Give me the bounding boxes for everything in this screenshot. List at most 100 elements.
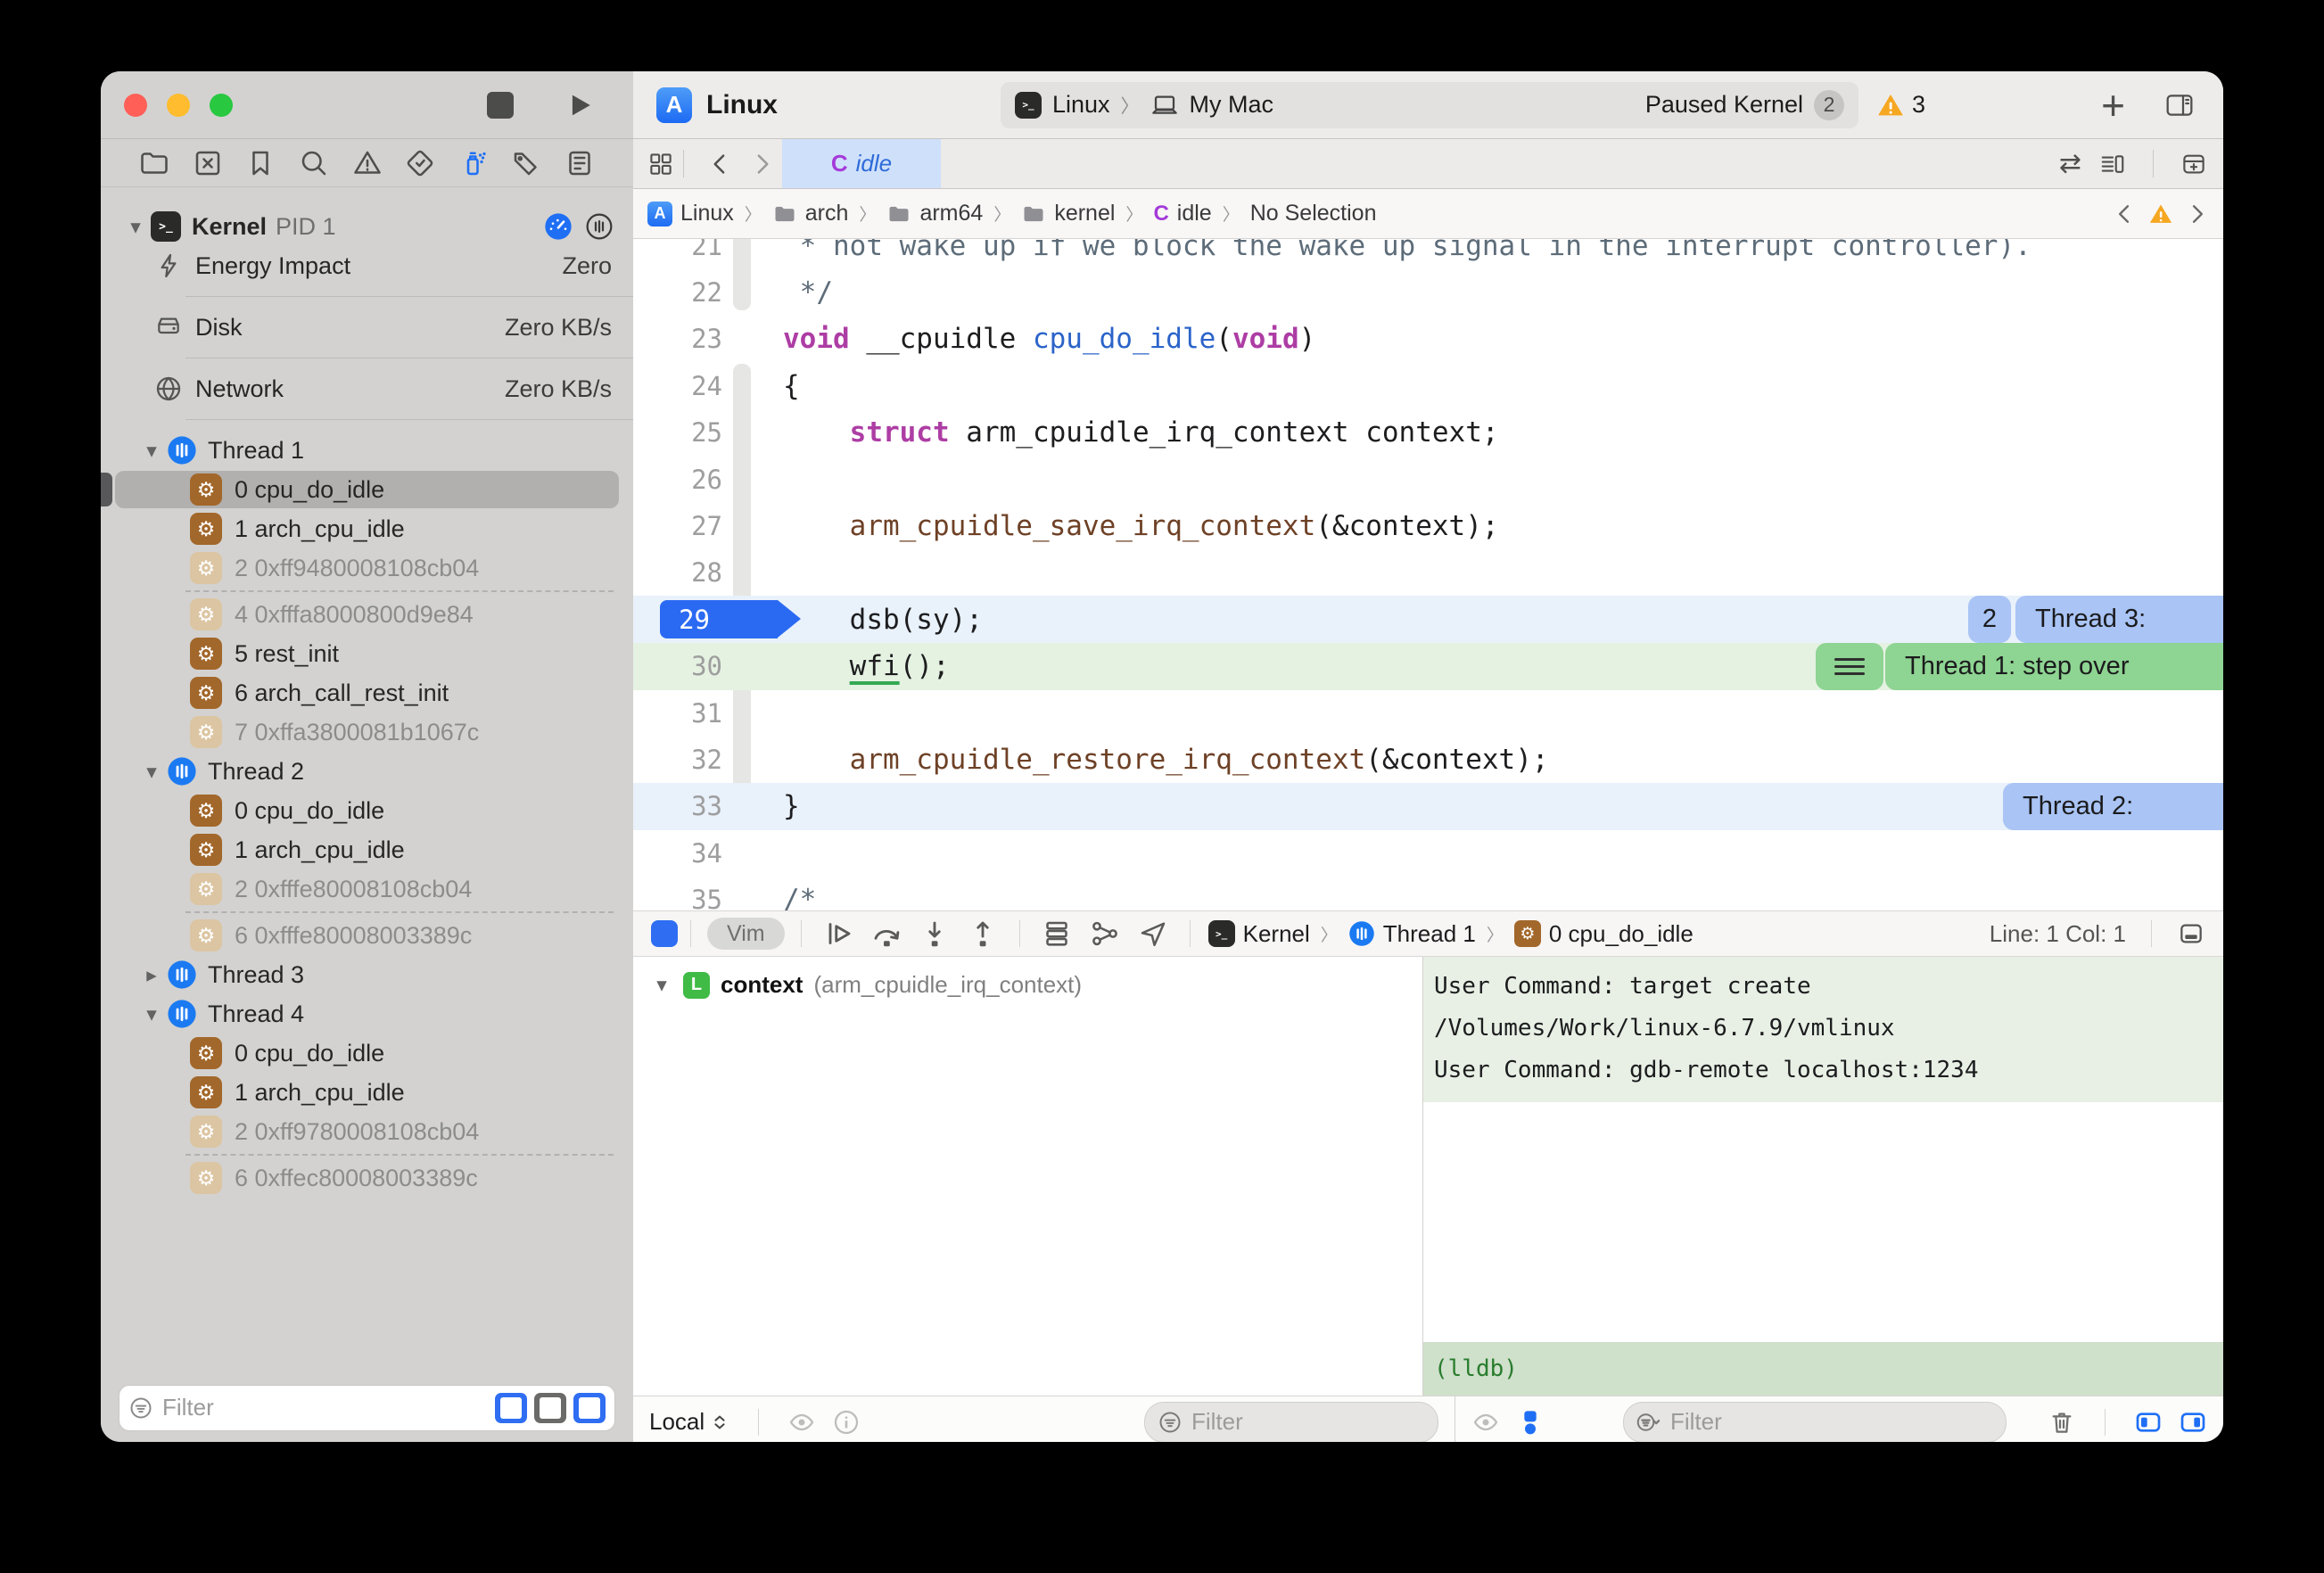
code-line-26[interactable]: 26 bbox=[633, 456, 2223, 503]
minimize-button[interactable] bbox=[167, 94, 190, 117]
thread-annotation-label[interactable]: Thread 3: bbox=[2015, 596, 2223, 643]
code-line-28[interactable]: 28 bbox=[633, 549, 2223, 597]
scope-selector[interactable]: Local bbox=[649, 1408, 729, 1436]
debug-crumb-thread-1[interactable]: Thread 1 bbox=[1348, 920, 1476, 948]
show-variables-view-icon[interactable] bbox=[2134, 1408, 2163, 1437]
disclosure-chevron-icon[interactable]: ▾ bbox=[136, 439, 167, 463]
simulate-location-icon[interactable] bbox=[1134, 918, 1172, 950]
filter-menu-icon[interactable] bbox=[1636, 1410, 1661, 1435]
line-number[interactable]: 26 bbox=[633, 456, 722, 503]
inspector-toggle-icon[interactable] bbox=[2159, 91, 2200, 119]
find-navigator-icon[interactable] bbox=[298, 147, 330, 179]
thread-row-2[interactable]: ▾Thread 2 bbox=[101, 752, 633, 791]
stack-frame-row[interactable]: ⚙2 0xff9480008108cb04 bbox=[101, 548, 633, 588]
warning-summary[interactable]: 3 bbox=[1876, 91, 1925, 119]
disclosure-chevron-icon[interactable]: ▾ bbox=[136, 1002, 167, 1026]
thread-row-4[interactable]: ▾Thread 4 bbox=[101, 994, 633, 1034]
code-line-32[interactable]: 32 arm_cpuidle_restore_irq_context(&cont… bbox=[633, 736, 2223, 783]
hide-debug-area-icon[interactable] bbox=[2177, 919, 2205, 948]
jumpbar-item-kernel[interactable]: kernel bbox=[1021, 201, 1115, 226]
stack-frame-row[interactable]: ⚙6 0xfffe80008003389c bbox=[101, 916, 633, 955]
line-number[interactable]: 25 bbox=[633, 409, 722, 457]
code-line-27[interactable]: 27 arm_cpuidle_save_irq_context(&context… bbox=[633, 502, 2223, 549]
gauge-icon[interactable] bbox=[544, 212, 573, 241]
stack-frame-row[interactable]: ⚙0 cpu_do_idle bbox=[101, 470, 633, 509]
editor-options-icon[interactable] bbox=[2099, 151, 2126, 177]
console-filter-input[interactable]: Filter bbox=[1623, 1402, 2007, 1443]
bookmark-navigator-icon[interactable] bbox=[244, 147, 276, 179]
line-number[interactable]: 29 bbox=[633, 596, 722, 643]
previous-issue-icon[interactable] bbox=[2113, 202, 2138, 226]
view-stack-icon[interactable] bbox=[1038, 918, 1075, 950]
stack-frame-row[interactable]: ⚙1 arch_cpu_idle bbox=[101, 830, 633, 869]
source-control-navigator-icon[interactable] bbox=[192, 147, 224, 179]
stack-frame-row[interactable]: ⚙1 arch_cpu_idle bbox=[101, 1073, 633, 1112]
continue-icon[interactable] bbox=[820, 918, 857, 950]
step-over-icon[interactable] bbox=[868, 918, 905, 950]
info-icon[interactable] bbox=[832, 1408, 861, 1437]
vim-mode-badge[interactable]: Vim bbox=[707, 918, 785, 950]
stop-button[interactable] bbox=[487, 92, 514, 119]
variables-filter-input[interactable]: Filter bbox=[1144, 1402, 1438, 1443]
code-line-34[interactable]: 34 bbox=[633, 829, 2223, 877]
step-into-icon[interactable] bbox=[916, 918, 953, 950]
breakpoints-toggle[interactable] bbox=[651, 920, 678, 947]
line-number[interactable]: 30 bbox=[633, 643, 722, 690]
stack-frame-row[interactable]: ⚙6 0xffec80008003389c bbox=[101, 1158, 633, 1198]
line-number[interactable]: 22 bbox=[633, 268, 722, 316]
annotation-count-badge[interactable]: 2 bbox=[1968, 596, 2011, 643]
stack-frame-row[interactable]: ⚙4 0xfffa8000800d9e84 bbox=[101, 595, 633, 634]
disclosure-chevron-icon[interactable]: ▾ bbox=[120, 215, 151, 239]
code-line-21[interactable]: 21 * not wake up if we block the wake up… bbox=[633, 239, 2223, 269]
jumpbar-item-arm64[interactable]: arm64 bbox=[886, 201, 983, 226]
variables-view[interactable]: ▾ L context (arm_cpuidle_irq_context) bbox=[633, 957, 1423, 1396]
console-view[interactable]: User Command: target create/Volumes/Work… bbox=[1423, 957, 2223, 1396]
thread-row-1[interactable]: ▾Thread 1 bbox=[101, 431, 633, 470]
line-number[interactable]: 31 bbox=[633, 689, 722, 737]
close-button[interactable] bbox=[124, 94, 147, 117]
destination-name[interactable]: My Mac bbox=[1190, 91, 1274, 119]
stack-frame-row[interactable]: ⚙6 arch_call_rest_init bbox=[101, 673, 633, 712]
annotation-drag-handle[interactable] bbox=[1816, 643, 1883, 690]
report-navigator-icon[interactable] bbox=[564, 147, 596, 179]
step-out-icon[interactable] bbox=[964, 918, 1001, 950]
add-tab-button[interactable]: + bbox=[2101, 85, 2125, 126]
code-line-25[interactable]: 25 struct arm_cpuidle_irq_context contex… bbox=[633, 409, 2223, 457]
issue-warning-icon[interactable] bbox=[2148, 202, 2173, 226]
scheme-selector[interactable]: >_ Linux 〉 My Mac Paused Kernel 2 bbox=[1001, 82, 1858, 128]
code-line-23[interactable]: 23void __cpuidle cpu_do_idle(void) bbox=[633, 316, 2223, 363]
disclosure-chevron-icon[interactable]: ▾ bbox=[136, 760, 167, 784]
line-number[interactable]: 28 bbox=[633, 549, 722, 597]
scheme-name[interactable]: Linux bbox=[1052, 91, 1110, 119]
breakpoint-navigator-icon[interactable] bbox=[510, 147, 542, 179]
code-line-31[interactable]: 31 bbox=[633, 689, 2223, 737]
show-stack-only-button[interactable] bbox=[573, 1393, 606, 1423]
jumpbar-item-idle[interactable]: Cidle bbox=[1153, 201, 1211, 226]
zoom-button[interactable] bbox=[210, 94, 233, 117]
line-number[interactable]: 21 bbox=[633, 239, 722, 269]
related-items-icon[interactable]: ⇄ bbox=[2059, 148, 2081, 179]
tab-overview-icon[interactable] bbox=[647, 151, 674, 177]
gauge-row-disk[interactable]: DiskZero KB/s bbox=[101, 308, 633, 347]
code-line-33[interactable]: 33} bbox=[633, 783, 2223, 830]
line-number[interactable]: 32 bbox=[633, 736, 722, 783]
code-line-35[interactable]: 35/* bbox=[633, 877, 2223, 910]
line-number[interactable]: 34 bbox=[633, 829, 722, 877]
back-icon[interactable] bbox=[707, 151, 734, 177]
next-issue-icon[interactable] bbox=[2184, 202, 2209, 226]
show-console-view-icon[interactable] bbox=[2179, 1408, 2207, 1437]
quicklook-icon[interactable] bbox=[787, 1408, 816, 1437]
debug-navigator-icon[interactable] bbox=[457, 147, 490, 179]
stack-frame-row[interactable]: ⚙0 cpu_do_idle bbox=[101, 1034, 633, 1073]
thread-row-3[interactable]: ▸Thread 3 bbox=[101, 955, 633, 994]
thread-annotation-label[interactable]: Thread 1: step over bbox=[1885, 643, 2223, 690]
stack-frame-row[interactable]: ⚙1 arch_cpu_idle bbox=[101, 509, 633, 548]
source-editor[interactable]: 21 * not wake up if we block the wake up… bbox=[633, 239, 2223, 910]
project-navigator-icon[interactable] bbox=[138, 147, 170, 179]
add-editor-icon[interactable] bbox=[2180, 151, 2207, 177]
stack-frame-row[interactable]: ⚙0 cpu_do_idle bbox=[101, 791, 633, 830]
code-line-24[interactable]: 24{ bbox=[633, 362, 2223, 409]
debugger-output-icon[interactable] bbox=[1516, 1408, 1545, 1437]
jumpbar-item-arch[interactable]: arch bbox=[772, 201, 849, 226]
debug-crumb-0-cpu_do_idle[interactable]: ⚙0 cpu_do_idle bbox=[1514, 920, 1694, 948]
